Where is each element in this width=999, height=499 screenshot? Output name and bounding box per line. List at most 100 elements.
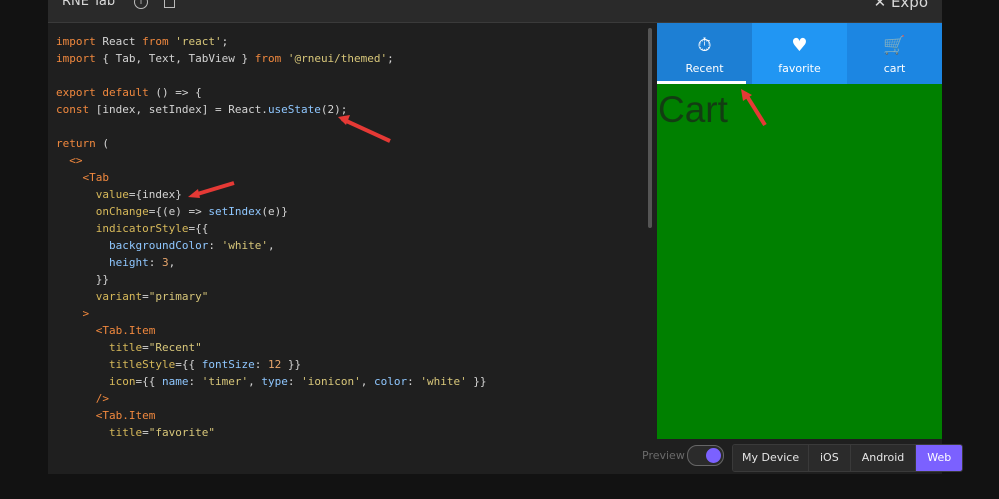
cart-icon: 🛒 xyxy=(883,35,906,56)
code-line: <Tab.Item xyxy=(56,407,487,424)
code-token: 3 xyxy=(161,256,169,269)
code-token: 'white' xyxy=(420,375,467,388)
code-token: 'react' xyxy=(168,35,222,48)
toggle-knob xyxy=(706,448,721,463)
code-token: , xyxy=(248,375,262,388)
platform-my-device-button[interactable]: My Device xyxy=(733,445,809,471)
snack-title: RNE Tab xyxy=(62,0,116,9)
preview-label: Preview xyxy=(642,449,685,462)
expo-label: Expo xyxy=(890,0,928,11)
code-token: ; xyxy=(387,52,394,65)
code-token: import xyxy=(56,52,96,65)
code-token: from xyxy=(142,35,169,48)
code-token: : xyxy=(208,239,222,252)
code-token: 12 xyxy=(267,358,282,371)
code-line: export default () => { xyxy=(56,84,487,101)
platform-web-button[interactable]: Web xyxy=(916,445,963,471)
code-lines: import React from 'react'; import { Tab, … xyxy=(56,33,487,439)
code-editor[interactable]: import React from 'react'; import { Tab, … xyxy=(48,23,648,439)
platform-selector: My Device iOS Android Web xyxy=(732,444,964,472)
code-token: : xyxy=(148,256,162,269)
code-token: }} xyxy=(281,358,302,371)
code-token: variant xyxy=(95,290,143,303)
checkbox-icon[interactable] xyxy=(164,0,175,8)
arrow-annotation-value xyxy=(188,181,235,198)
code-token: const xyxy=(56,103,90,116)
code-token: "favorite" xyxy=(148,426,215,439)
code-token: "Recent" xyxy=(148,341,202,354)
code-token: fontSize xyxy=(201,358,255,371)
platform-android-button[interactable]: Android xyxy=(850,445,917,471)
code-token: '@rneui/themed' xyxy=(281,52,388,65)
timer-icon: ⏱ xyxy=(697,35,712,56)
code-token: color xyxy=(373,375,408,388)
code-token: = xyxy=(142,341,149,354)
code-token: , xyxy=(168,256,176,269)
code-line: const [index, setIndex] = React.useState… xyxy=(56,101,487,118)
tab-favorite[interactable]: ♥ favorite xyxy=(752,23,847,84)
tab-indicator xyxy=(657,81,746,84)
code-token: value xyxy=(95,188,129,201)
code-token: ( xyxy=(95,137,109,150)
info-icon[interactable]: i xyxy=(134,0,148,9)
tab-label: favorite xyxy=(778,62,821,75)
code-token: "primary" xyxy=(148,290,209,303)
code-line: indicatorStyle={{ xyxy=(56,220,487,237)
code-line: backgroundColor: 'white', xyxy=(56,237,487,254)
code-token: export xyxy=(56,86,96,99)
code-token: React xyxy=(95,35,143,48)
code-token: backgroundColor xyxy=(108,239,209,252)
code-line: /> xyxy=(56,390,487,407)
code-token: indicatorStyle xyxy=(95,222,189,235)
code-token: 'timer' xyxy=(201,375,249,388)
code-line: icon={{ name: 'timer', type: 'ionicon', … xyxy=(56,373,487,390)
preview-toggle[interactable] xyxy=(687,445,724,466)
code-token: type xyxy=(261,375,288,388)
code-token: 'ionicon' xyxy=(301,375,361,388)
code-token: <Tab.Item xyxy=(95,324,156,337)
code-token: onChange xyxy=(95,205,149,218)
code-line: import React from 'react'; xyxy=(56,33,487,50)
code-token: ={{ xyxy=(188,222,209,235)
code-line: variant="primary" xyxy=(56,288,487,305)
tab-recent[interactable]: ⏱ Recent xyxy=(657,23,752,84)
code-token: height xyxy=(108,256,149,269)
code-token: : xyxy=(188,375,202,388)
tab-cart[interactable]: 🛒 cart xyxy=(847,23,942,84)
code-line: return ( xyxy=(56,135,487,152)
top-bar: RNE Tab i ✕ Expo xyxy=(48,0,942,23)
platform-ios-button[interactable]: iOS xyxy=(809,445,851,471)
code-token: (e)} xyxy=(261,205,288,218)
editor-scrollbar[interactable] xyxy=(648,28,652,228)
preview-pane: ⏱ Recent ♥ favorite 🛒 cart Cart xyxy=(657,23,942,439)
code-line: titleStyle={{ fontSize: 12 }} xyxy=(56,356,487,373)
code-line: <> xyxy=(56,152,487,169)
heart-icon: ♥ xyxy=(791,35,808,56)
code-token: ={{ xyxy=(135,375,162,388)
code-token: <> xyxy=(69,154,83,167)
code-token: , xyxy=(360,375,374,388)
code-token: useState xyxy=(267,103,321,116)
code-token: <Tab.Item xyxy=(95,409,156,422)
code-token: from xyxy=(254,52,282,65)
code-token: title xyxy=(108,341,143,354)
code-token: default xyxy=(102,86,149,99)
code-token: 'white' xyxy=(221,239,268,252)
code-token: title xyxy=(108,426,143,439)
code-token: name xyxy=(161,375,189,388)
code-line: title="Recent" xyxy=(56,339,487,356)
